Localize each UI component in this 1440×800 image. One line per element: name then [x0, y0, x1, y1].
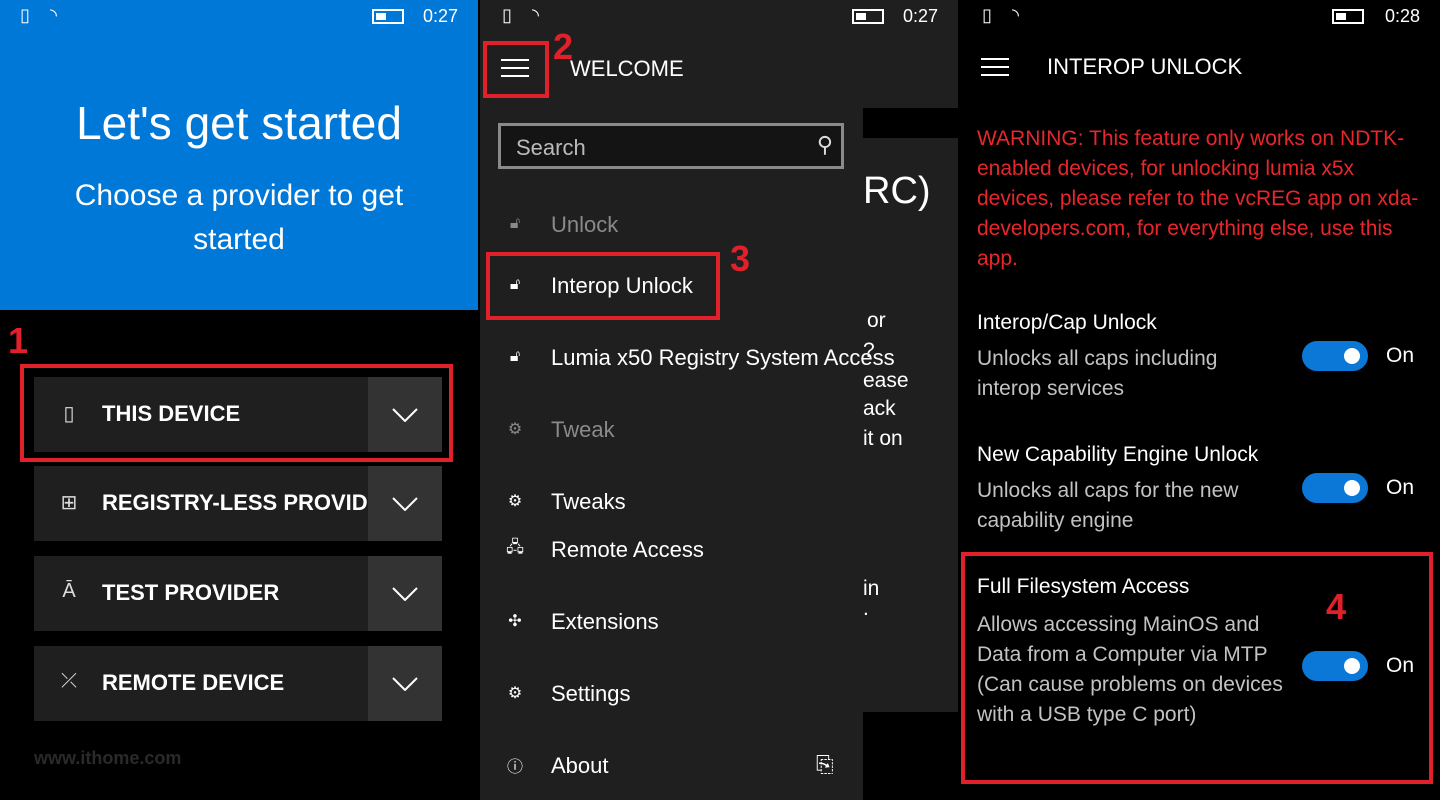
battery-icon [1332, 9, 1364, 24]
status-bar: ▯ ◝ 0:28 [960, 0, 1440, 34]
lock-icon: 🔓︎ [509, 348, 521, 365]
nav-label: Remote Access [551, 537, 704, 562]
clock: 0:27 [902, 6, 938, 26]
background-page [863, 108, 958, 138]
wifi-icon: ◝ [50, 5, 57, 25]
puzzle-icon: ✣ [508, 613, 522, 630]
page-title: INTEROP UNLOCK [1047, 54, 1243, 79]
sim-blocked-icon: ▯ [982, 5, 992, 25]
remote-icon: ⤫ [61, 670, 77, 692]
bg-fragment: or [867, 309, 886, 332]
toggle-state: On [1386, 476, 1415, 499]
background-page [863, 712, 958, 800]
nav-header-unlock: 🔓︎ Unlock [480, 201, 863, 249]
warning-text: WARNING: This feature only works on NDTK… [977, 127, 1419, 270]
nav-label: Tweak [551, 417, 615, 442]
annotation-3: 3 [730, 238, 751, 279]
chevron-down-icon [392, 496, 418, 511]
annotation-4: 4 [1326, 586, 1347, 627]
feedback-icon[interactable]: ⎘ [816, 752, 834, 778]
nav-item-about[interactable]: ⓘ About [480, 742, 863, 790]
gear-icon: ⚙ [507, 493, 523, 510]
nav-label: Tweaks [551, 489, 626, 514]
clock: 0:27 [422, 6, 458, 26]
hero-banner [0, 0, 478, 310]
nav-header-tweak: ⚙ Tweak [480, 406, 863, 454]
search-input[interactable]: Search ⚲ [498, 123, 844, 169]
nav-label: Settings [551, 681, 631, 706]
battery-icon [372, 9, 404, 24]
setting-description: Unlocks all caps for the new capability … [977, 479, 1239, 532]
nav-label: Extensions [551, 609, 659, 634]
provider-registry-less[interactable]: ⊞ REGISTRY-LESS PROVIDER [34, 466, 442, 541]
setting-title: New Capability Engine Unlock [977, 443, 1259, 466]
expand-button[interactable] [368, 466, 442, 541]
registry-icon: ⊞ [60, 492, 78, 514]
clock: 0:28 [1384, 6, 1420, 26]
lock-icon: 🔓︎ [509, 215, 521, 232]
panel-navigation: RC) or ? ease ack it on in . ▯ ◝ 0:27 WE… [480, 0, 958, 800]
watermark: www.ithome.com [34, 748, 182, 768]
expand-button[interactable] [368, 556, 442, 631]
hero-title: Let's get started [76, 97, 402, 149]
battery-icon [852, 9, 884, 24]
provider-label: REGISTRY-LESS PROVIDER [102, 490, 368, 515]
gear-icon: ⚙ [507, 685, 523, 702]
nav-item-remote-access[interactable]: 🖧︎ Remote Access [480, 526, 863, 574]
hamburger-menu-button[interactable] [980, 52, 1010, 82]
search-placeholder: Search [516, 135, 586, 160]
annotation-2: 2 [553, 26, 574, 67]
search-icon[interactable]: ⚲ [817, 132, 833, 158]
chevron-down-icon [392, 676, 418, 691]
bg-fragment: it on [863, 427, 903, 450]
nav-item-extensions[interactable]: ✣ Extensions [480, 598, 863, 646]
provider-label: REMOTE DEVICE [102, 670, 285, 695]
bg-fragment: . [863, 597, 869, 620]
bg-fragment: RC) [863, 170, 931, 212]
annotation-box-1 [20, 364, 453, 462]
interop-cap-unlock-toggle[interactable] [1302, 341, 1368, 371]
page-title: WELCOME [570, 56, 684, 81]
provider-test[interactable]: Ā TEST PROVIDER [34, 556, 442, 631]
wifi-icon: ◝ [1012, 5, 1019, 25]
flask-icon: Ā [62, 580, 76, 602]
wifi-icon: ◝ [532, 5, 539, 25]
status-bar: ▯ ◝ 0:27 [480, 0, 958, 34]
hamburger-icon [981, 58, 1009, 76]
annotation-box-2 [483, 41, 549, 98]
status-bar: ▯ ◝ 0:27 [0, 0, 478, 34]
annotation-1: 1 [8, 320, 29, 361]
provider-remote-device[interactable]: ⤫ REMOTE DEVICE [34, 646, 442, 721]
info-icon: ⓘ [506, 759, 523, 776]
annotation-box-4 [961, 552, 1433, 784]
gear-icon: ⚙ [507, 421, 523, 438]
nav-item-tweaks[interactable]: ⚙ Tweaks [480, 478, 863, 526]
provider-label: TEST PROVIDER [102, 580, 280, 605]
nav-label: About [551, 753, 609, 778]
nav-item-settings[interactable]: ⚙ Settings [480, 670, 863, 718]
new-capability-engine-toggle[interactable] [1302, 473, 1368, 503]
annotation-box-3 [486, 252, 720, 320]
sim-blocked-icon: ▯ [502, 5, 512, 25]
toggle-state: On [1386, 344, 1415, 367]
nav-label: Unlock [551, 212, 619, 237]
sim-blocked-icon: ▯ [20, 5, 30, 25]
panel-provider-select: ▯ ◝ 0:27 Let's get started Choose a prov… [0, 0, 478, 800]
expand-button[interactable] [368, 646, 442, 721]
chevron-down-icon [392, 586, 418, 601]
network-icon: 🖧︎ [506, 538, 524, 556]
nav-item-lumia-registry[interactable]: 🔓︎ Lumia x50 Registry System Access [480, 334, 895, 382]
hero-subtitle: Choose a provider to get started [74, 179, 404, 256]
bg-fragment: ack [863, 397, 896, 420]
setting-description: Unlocks all caps including interop servi… [977, 347, 1218, 400]
nav-label: Lumia x50 Registry System Access [551, 345, 895, 370]
bg-fragment: ease [863, 369, 909, 392]
setting-title: Interop/Cap Unlock [977, 311, 1157, 334]
